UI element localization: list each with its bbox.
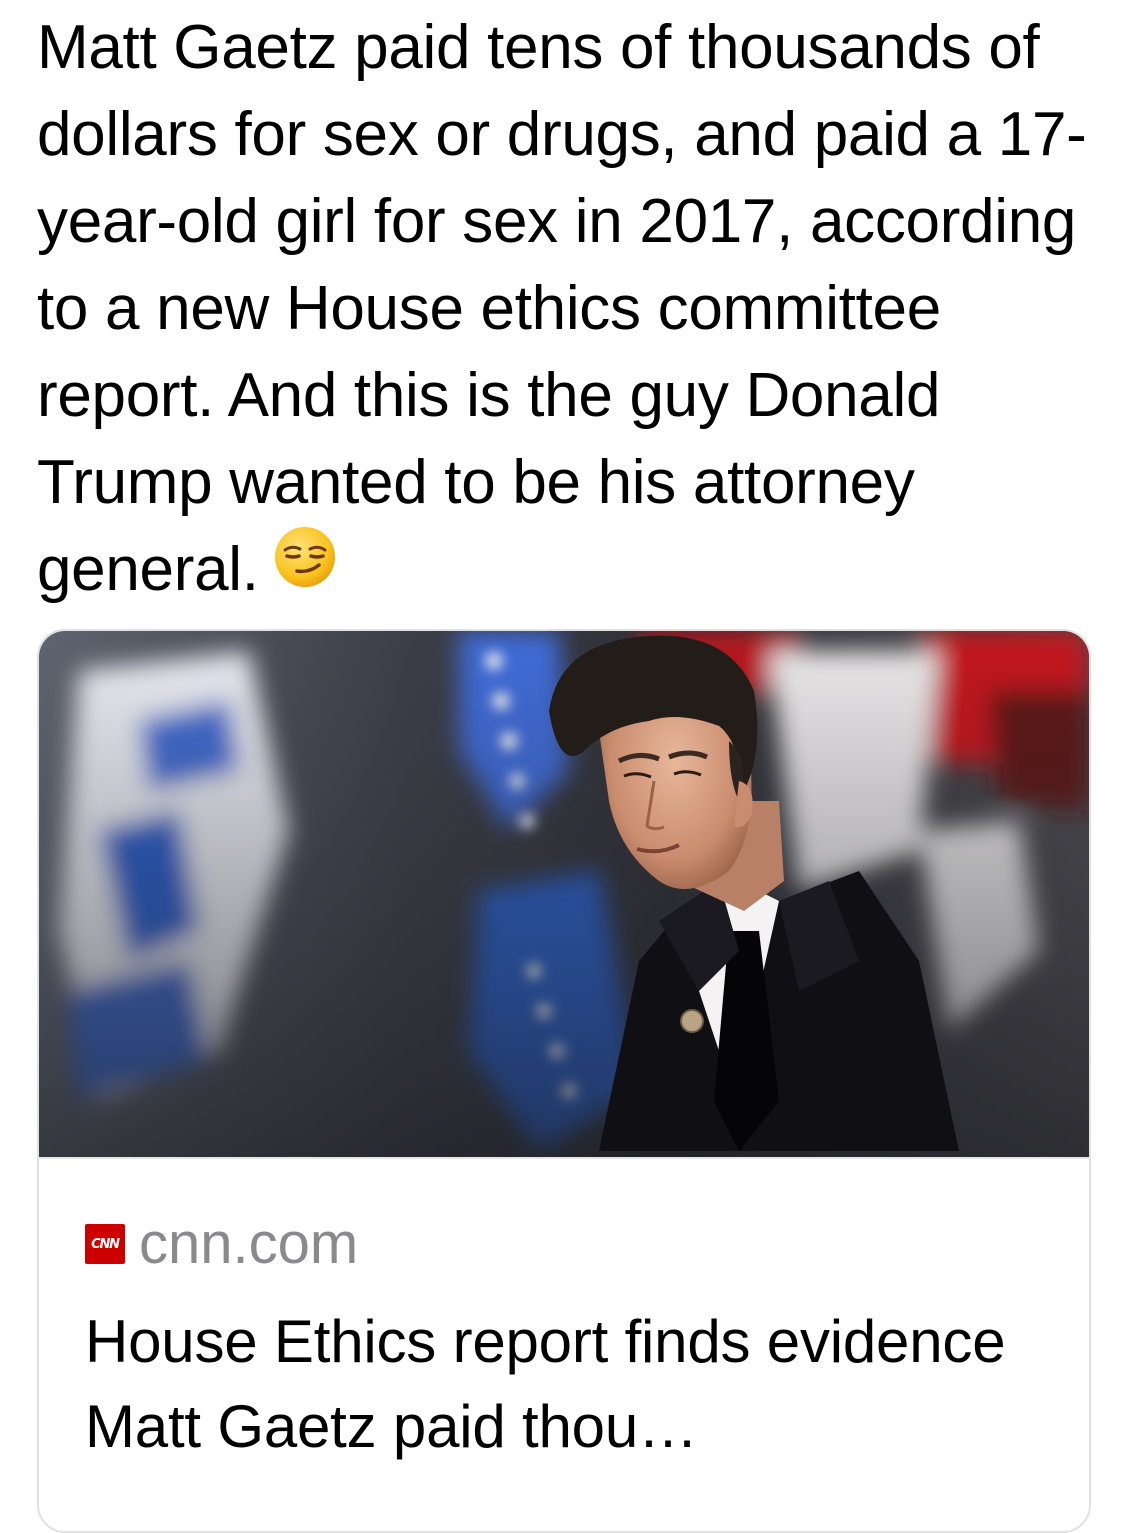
post-body: Matt Gaetz paid tens of thousands of dol… bbox=[37, 13, 1087, 604]
card-divider bbox=[39, 1157, 1089, 1159]
post-text: Matt Gaetz paid tens of thousands of dol… bbox=[37, 4, 1097, 613]
cnn-logo-text: CNN bbox=[91, 1236, 120, 1252]
cnn-logo-icon: CNN bbox=[85, 1224, 125, 1264]
source-domain: cnn.com bbox=[139, 1211, 359, 1276]
smirking-face-emoji-icon bbox=[273, 525, 337, 612]
article-title[interactable]: House Ethics report finds evidence Matt … bbox=[85, 1299, 1065, 1469]
article-photo bbox=[39, 631, 1089, 1157]
source-row: CNN cnn.com bbox=[85, 1214, 358, 1274]
link-preview-card[interactable]: CNN cnn.com House Ethics report finds ev… bbox=[37, 629, 1091, 1533]
